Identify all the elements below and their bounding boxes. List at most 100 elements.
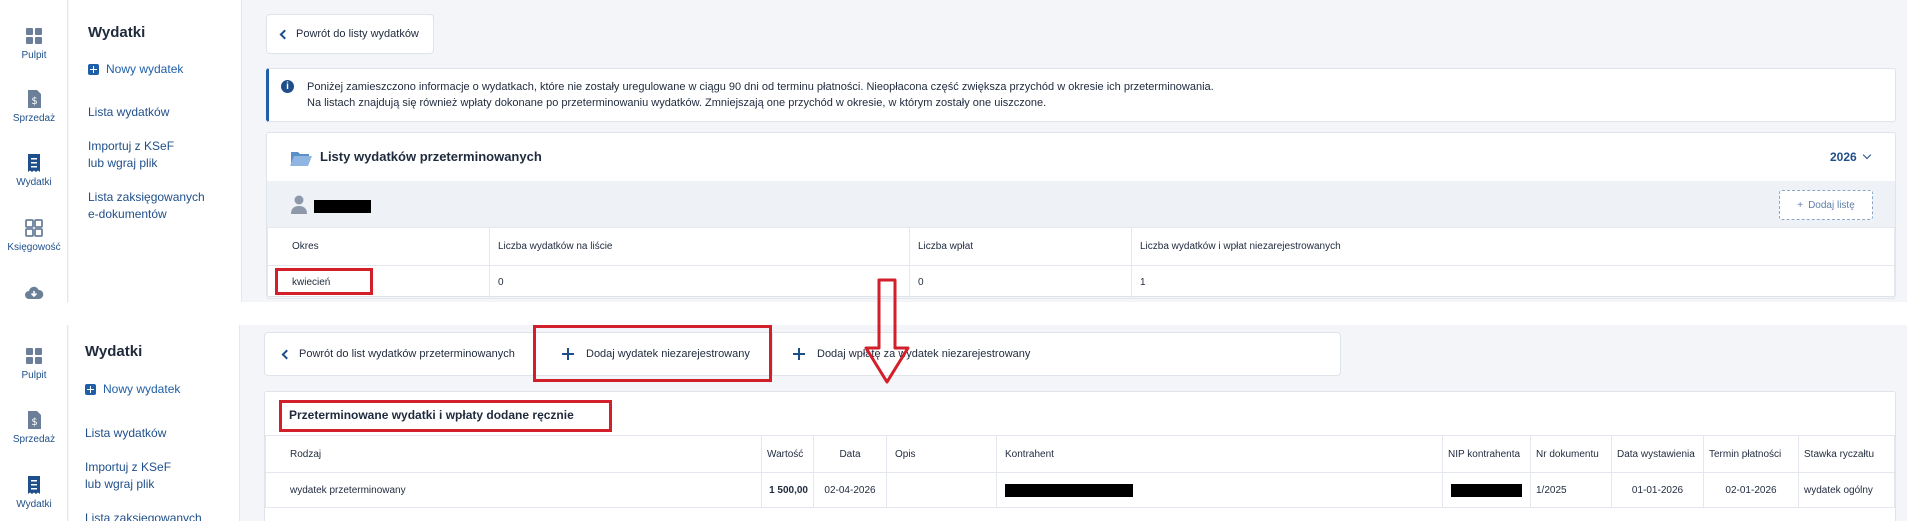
nav-pulpit[interactable]: Pulpit	[0, 346, 68, 381]
new-expense-link[interactable]: Nowy wydatek	[85, 382, 180, 396]
import-line-2: lub wgraj plik	[88, 156, 158, 170]
booked-line-2: e-dokumentów	[88, 207, 167, 221]
back-to-expenses-label: Powrót do listy wydatków	[296, 28, 419, 40]
col-okres: Okres	[267, 227, 490, 266]
col-data-wystawienia: Data wystawienia	[1611, 435, 1704, 473]
info-notice: i Poniżej zamieszczono informacje o wyda…	[266, 68, 1896, 122]
cell-okres[interactable]: kwiecień	[267, 265, 490, 299]
add-list-label: Dodaj listę	[1808, 199, 1855, 211]
year-value: 2026	[1830, 150, 1857, 164]
add-payment-label: Dodaj wpłatę za wydatek niezarejestrowan…	[817, 348, 1031, 360]
nav-wydatki-label: Wydatki	[16, 499, 52, 510]
import-line-1: Importuj z KSeF	[88, 139, 175, 153]
nav-cloud[interactable]	[0, 283, 68, 302]
sidebar-item-booked-documents[interactable]: Lista zaksięgowanych e-dokumentów	[88, 189, 205, 223]
cell-opis	[886, 472, 997, 508]
annotation-arrow-down-icon	[864, 278, 910, 384]
toolbar-divider	[535, 333, 536, 375]
chevron-down-icon	[1862, 150, 1871, 160]
sidebar: Wydatki Nowy wydatek Lista wydatków Impo…	[69, 325, 240, 521]
nav-sprzedaz[interactable]: $ Sprzedaż	[0, 89, 68, 124]
cell-liczba-wydatkow: 0	[489, 265, 910, 299]
manual-entries-table: Rodzaj Wartość Data Opis Kontrahent NIP …	[265, 435, 1895, 508]
back-to-overdue-lists-label: Powrót do list wydatków przeterminowanyc…	[299, 348, 515, 360]
invoice-dollar-icon: $	[28, 90, 41, 108]
sidebar-item-expense-list[interactable]: Lista wydatków	[85, 425, 166, 442]
sidebar-item-booked-documents[interactable]: Lista zaksięgowanych	[85, 510, 202, 521]
booked-line-1: Lista zaksięgowanych	[88, 190, 205, 204]
cell-liczba-wplat: 0	[909, 265, 1132, 299]
manual-entries-card: Przeterminowane wydatki i wpłaty dodane …	[264, 391, 1896, 521]
table-row[interactable]: wydatek przeterminowany 1 500,00 02-04-2…	[265, 472, 1895, 508]
new-expense-label: Nowy wydatek	[106, 62, 184, 76]
nav-ksiegowosc[interactable]: Księgowość	[0, 218, 68, 253]
cell-niezarejestrowane: 1	[1131, 265, 1895, 299]
list-header-band	[267, 181, 1895, 227]
svg-text:$: $	[31, 96, 37, 107]
action-toolbar: Powrót do list wydatków przeterminowanyc…	[264, 332, 1341, 376]
col-rodzaj: Rodzaj	[265, 435, 762, 473]
nav-sprzedaz-label: Sprzedaż	[12, 434, 56, 445]
receipt-icon	[28, 476, 40, 494]
col-stawka: Stawka ryczałtu	[1798, 435, 1895, 473]
table-row[interactable]: kwiecień 0 0 1	[267, 265, 1895, 299]
year-selector[interactable]: 2026	[1830, 150, 1871, 164]
overdue-lists-table: Okres Liczba wydatków na liście Liczba w…	[267, 227, 1895, 299]
nav-pulpit[interactable]: Pulpit	[0, 26, 68, 61]
sidebar-item-import[interactable]: Importuj z KSeF lub wgraj plik	[88, 138, 174, 172]
dashboard-icon	[26, 28, 42, 44]
cell-nip	[1442, 472, 1531, 508]
nav-pulpit-label: Pulpit	[21, 50, 47, 61]
import-line-1: Importuj z KSeF	[85, 460, 172, 474]
sidebar-title: Wydatki	[88, 24, 146, 41]
panel-separator	[0, 302, 1907, 325]
cell-kontrahent	[996, 472, 1443, 508]
add-unregistered-expense-button[interactable]: Dodaj wydatek niezarejestrowany	[562, 333, 750, 375]
dashboard-icon	[26, 348, 42, 364]
cell-stawka: wydatek ogólny	[1798, 472, 1895, 508]
col-wartosc: Wartość	[761, 435, 814, 473]
col-nip: NIP kontrahenta	[1442, 435, 1531, 473]
nav-ksiegowosc-label: Księgowość	[7, 242, 61, 253]
nav-wydatki[interactable]: Wydatki	[0, 475, 68, 510]
col-termin-platnosci: Termin płatności	[1703, 435, 1799, 473]
nav-pulpit-label: Pulpit	[21, 370, 47, 381]
sidebar-item-import[interactable]: Importuj z KSeF lub wgraj plik	[85, 459, 171, 493]
sidebar-item-expense-list[interactable]: Lista wydatków	[88, 104, 169, 121]
nav-wydatki[interactable]: Wydatki	[0, 153, 68, 188]
nav-sprzedaz[interactable]: $ Sprzedaż	[0, 410, 68, 445]
col-liczba-wplat: Liczba wpłat	[909, 227, 1132, 266]
cell-termin-platnosci: 02-01-2026	[1703, 472, 1799, 508]
info-line-2: Na listach znajdują się również wpłaty d…	[307, 97, 1047, 109]
add-list-button[interactable]: + Dodaj listę	[1779, 190, 1873, 220]
cell-wartosc: 1 500,00	[761, 472, 814, 508]
sidebar: Wydatki Nowy wydatek Lista wydatków Impo…	[69, 0, 242, 302]
table-header-row: Rodzaj Wartość Data Opis Kontrahent NIP …	[265, 435, 1895, 473]
cell-nr-dokumentu: 1/2025	[1530, 472, 1612, 508]
chevron-left-icon	[281, 349, 292, 359]
toolbar-divider	[772, 333, 773, 375]
cloud-download-icon	[25, 286, 44, 299]
col-niezarejestrowane: Liczba wydatków i wpłat niezarejestrowan…	[1131, 227, 1895, 266]
accounting-grid-icon	[25, 219, 43, 237]
user-icon	[291, 195, 307, 214]
col-data: Data	[813, 435, 887, 473]
invoice-dollar-icon: $	[28, 411, 41, 429]
redacted-owner-name	[314, 200, 371, 213]
info-icon: i	[281, 80, 294, 93]
new-expense-link[interactable]: Nowy wydatek	[88, 62, 183, 76]
back-to-expenses-button[interactable]: Powrót do listy wydatków	[266, 14, 434, 54]
plus-square-icon	[85, 383, 96, 395]
col-kontrahent: Kontrahent	[996, 435, 1443, 473]
plus-icon	[793, 348, 805, 360]
svg-text:$: $	[31, 417, 37, 428]
nav-sprzedaz-label: Sprzedaż	[12, 113, 56, 124]
plus-square-icon	[88, 63, 99, 75]
col-opis: Opis	[886, 435, 997, 473]
back-to-overdue-lists-button[interactable]: Powrót do list wydatków przeterminowanyc…	[281, 333, 515, 375]
cell-data: 02-04-2026	[813, 472, 887, 508]
app-nav-rail: Pulpit $ Sprzedaż Wydatki Księgowość	[0, 0, 68, 302]
folder-open-icon	[290, 152, 312, 166]
add-unregistered-expense-label: Dodaj wydatek niezarejestrowany	[586, 348, 750, 360]
col-liczba-wydatkow: Liczba wydatków na liście	[489, 227, 910, 266]
